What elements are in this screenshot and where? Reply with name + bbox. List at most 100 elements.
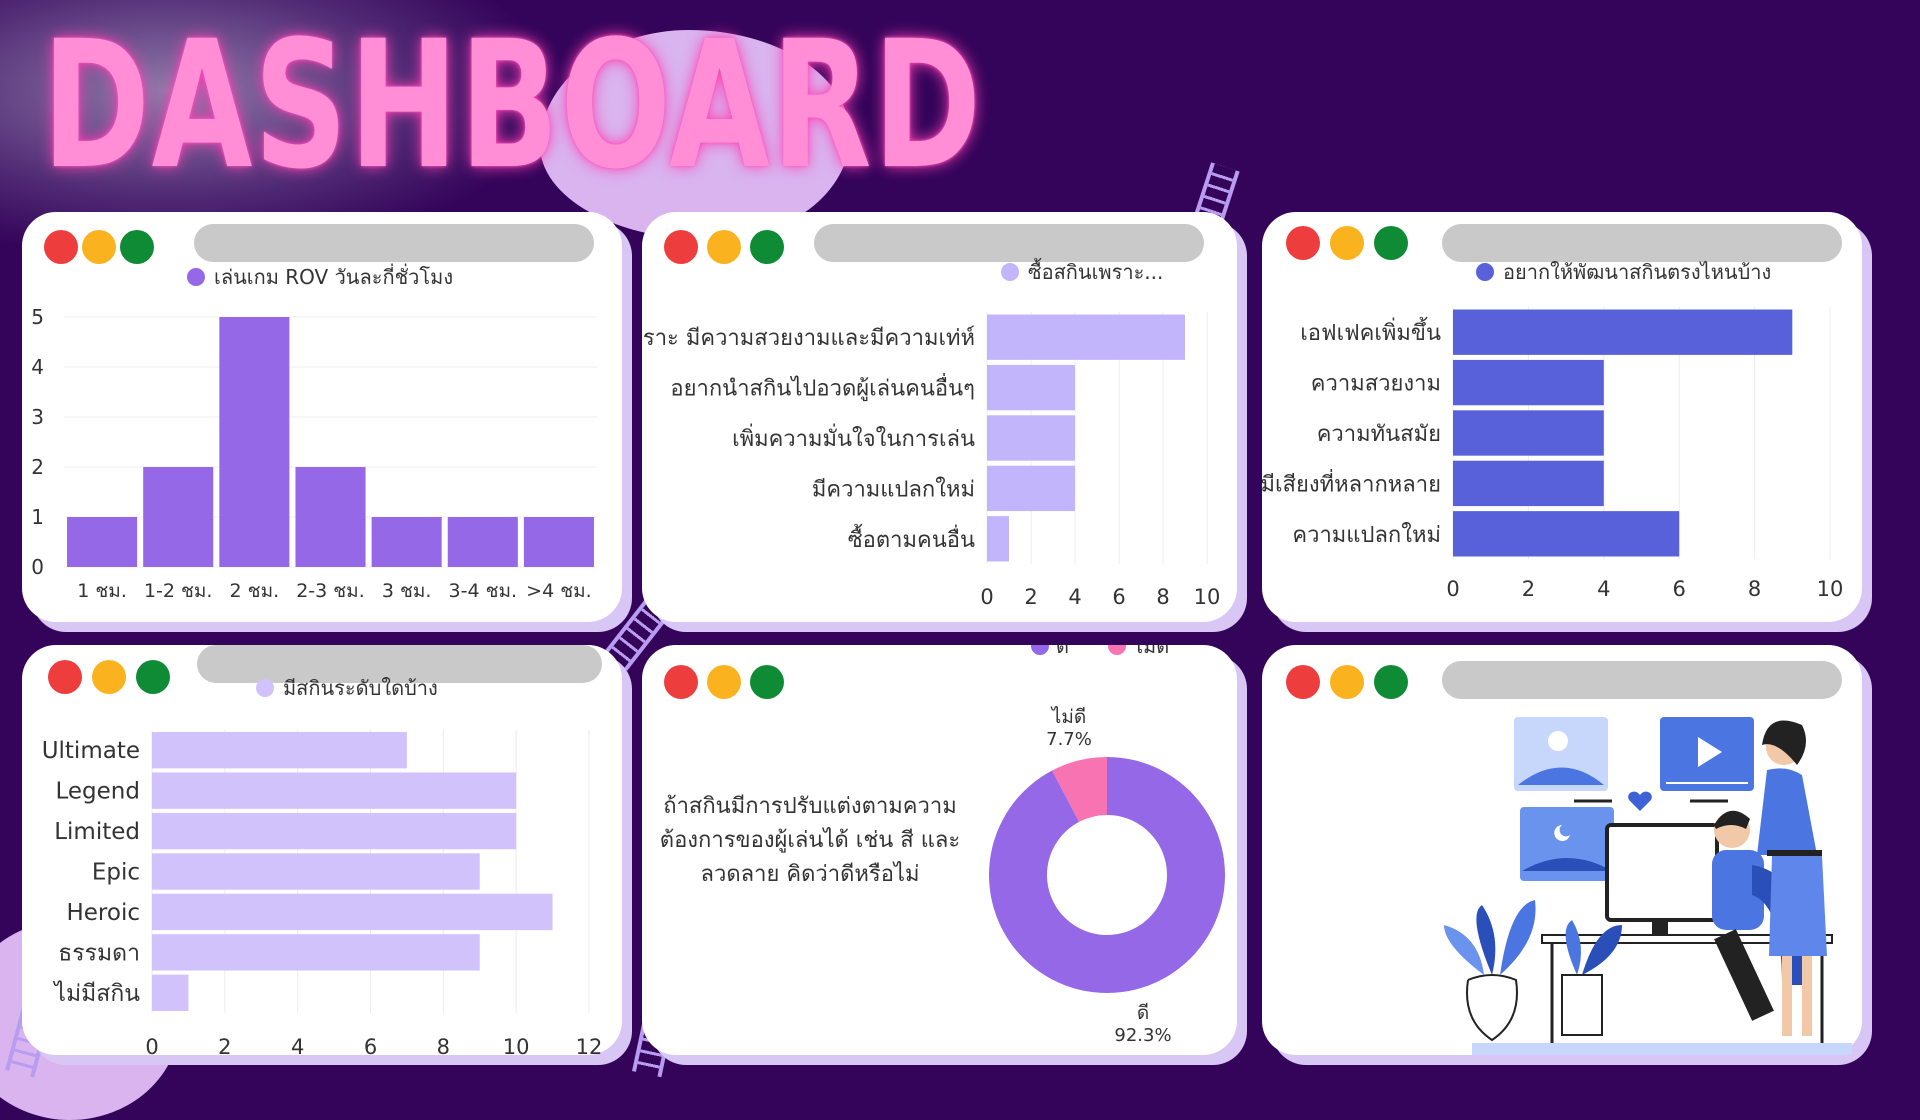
monitor-icon [1605,823,1719,922]
x-tick-label: 2 [1024,585,1037,609]
y-category-label: เอฟเฟคเพิ่มขึ้น [1300,317,1441,346]
bar [523,517,594,567]
legend-swatch [1001,263,1019,281]
x-tick-label: 0 [1446,577,1459,601]
x-tick-label: 0 [145,1035,158,1055]
y-category-label: Heroic [66,900,140,926]
card-buy-reasons: ซื้อสกินเพราะ... 0 2 4 6 8 10 เพราะ มีความสวยงา… [642,212,1237,622]
legend-label: ซื้อสกินเพราะ... [1028,258,1163,284]
x-tick-label: 10 [1817,577,1844,601]
bar [1453,359,1604,406]
slice-label: ไม่ดี [1050,706,1086,728]
y-category-label: มีความแปลกใหม่ [812,476,975,502]
legend-label: เล่นเกม ROV วันละกี่ชั่วโมง [214,263,453,289]
x-tick-label: 10 [503,1035,530,1055]
card-skin-levels: มีสกินระดับใดบ้าง 0 2 4 6 8 10 12 Ultimate Legend… [22,645,622,1055]
question-line-1: ถ้าสกินมีการปรับแต่งตามความ [663,794,957,819]
y-category-label: ไม่มีสกิน [52,980,140,1007]
bar [987,314,1185,360]
y-category-label: ความสวยงาม [1311,372,1441,397]
slice-percent: 7.7% [1046,729,1092,750]
x-tick-label: 2 ชม. [230,580,280,602]
bar [219,317,290,567]
x-tick-label: 1 ชม. [77,580,127,602]
bar [1453,309,1793,355]
x-tick-label: 3-4 ชม. [449,580,518,602]
legend-swatch [1031,645,1049,655]
question-line-3: ลวดลาย คิดว่าดีหรือไม่ [700,862,920,887]
bar [295,467,366,567]
x-tick-label: 2 [1522,577,1535,601]
bar [67,517,138,567]
bar [1453,410,1604,456]
x-tick-label: 4 [291,1035,304,1055]
x-tick-label: 2 [218,1035,231,1055]
legend-label: อยากให้พัฒนาสกินตรงไหนบ้าง [1503,260,1771,284]
y-category-label: Legend [56,779,141,805]
x-tick-label: 10 [1194,585,1221,609]
y-category-label: Limited [54,819,140,845]
y-category-label: เพิ่มความมั่นใจในการเล่น [732,423,975,452]
x-tick-label: 12 [576,1035,603,1055]
people-computer-illustration [1444,717,1852,1055]
y-category-label: ธรรมดา [58,940,140,966]
y-category-label: อยากนำสกินไปอวดผู้เล่นคนอื่นๆ [670,373,975,402]
question-line-2: ต้องการของผู้เล่นได้ เช่น สี และ [659,828,961,853]
x-tick-label: 6 [1112,585,1125,609]
x-tick-label: 8 [437,1035,450,1055]
legend-swatch [1476,263,1494,281]
chart-skin-levels: มีสกินระดับใดบ้าง 0 2 4 6 8 10 12 Ultimate Legend… [42,676,603,1055]
bar [1453,511,1680,557]
x-tick-label: 3 ชม. [382,580,432,602]
y-tick-label: 0 [31,555,44,579]
bar [987,415,1075,461]
x-tick-label: 0 [980,585,993,609]
x-tick-label: 2-3 ชม. [296,580,365,602]
slice-percent: 92.3% [1114,1025,1171,1046]
y-category-label: ความแปลกใหม่ [1292,522,1441,548]
x-tick-label: 6 [364,1035,377,1055]
card-improve-skins: อยากให้พัฒนาสกินตรงไหนบ้าง 0 2 4 6 8 10 เอฟเฟคเ… [1262,212,1862,622]
x-tick-label: 1-2 ชม. [144,580,213,602]
bar [152,974,189,1011]
y-tick-label: 3 [31,405,44,429]
donut-question: ถ้าสกินมีการปรับแต่งตามความ ต้องการของผู… [655,790,965,892]
x-tick-label: >4 ชม. [526,580,592,602]
bar [152,853,480,890]
bar [987,516,1009,562]
chart-improve-skins: อยากให้พัฒนาสกินตรงไหนบ้าง 0 2 4 6 8 10 เอฟเฟคเ… [1262,260,1844,601]
y-category-label: เพราะ มีความสวยงามและมีความเท่ห์ [642,326,975,351]
y-category-label: Ultimate [42,738,140,764]
page-title: DASHBOARD [42,3,983,208]
heart-icon [1628,791,1652,811]
y-tick-label: 4 [31,355,44,379]
chart-buy-reasons: ซื้อสกินเพราะ... 0 2 4 6 8 10 เพราะ มีความสวยงา… [642,258,1221,609]
y-category-label: มีเสียงที่หลากหลาย [1262,468,1441,497]
y-category-label: ความทันสมัย [1317,422,1441,447]
legend-label: ไม่ดี [1131,645,1169,658]
bar [987,465,1075,512]
chart-rov-hours: เล่นเกม ROV วันละกี่ชั่วโมง 0 1 2 3 4 5 1 ชม. 1-… [31,263,597,602]
bar [987,364,1075,411]
bar [152,732,407,769]
y-tick-label: 1 [31,505,44,529]
x-tick-label: 4 [1597,577,1610,601]
legend-swatch [187,268,205,286]
bar [143,467,214,567]
y-category-label: ซื้อตามคนอื่น [848,524,975,553]
bar [152,772,517,809]
bar [371,517,442,567]
y-tick-label: 5 [31,305,44,329]
bar [1453,460,1604,507]
card-illustration [1262,645,1862,1055]
x-tick-label: 6 [1673,577,1686,601]
plant-icon [1565,920,1581,975]
legend-swatch [256,679,274,697]
legend-swatch [1108,645,1126,655]
y-category-label: Epic [92,860,140,886]
slice-label: ดี [1137,1002,1149,1024]
bar [152,812,517,850]
card-rov-hours: เล่นเกม ROV วันละกี่ชั่วโมง 0 1 2 3 4 5 1 ชม. 1-… [22,212,622,622]
x-tick-label: 8 [1748,577,1761,601]
bar [447,517,518,567]
